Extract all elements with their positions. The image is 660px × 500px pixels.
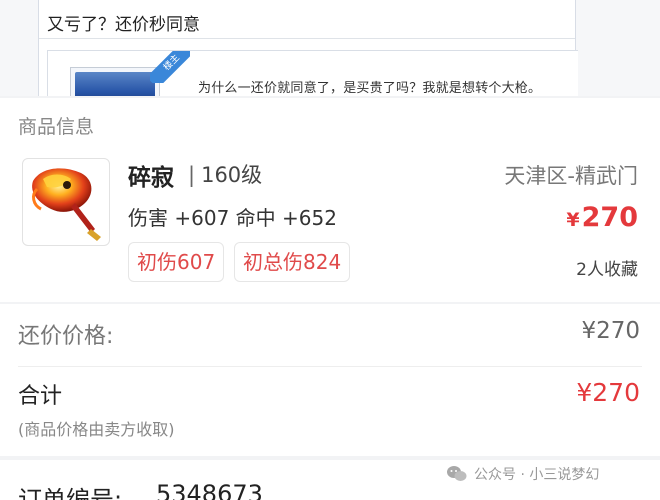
counter-offer-value: ¥270 <box>581 318 640 344</box>
pricing-card: 还价价格: ¥270 合计 (商品价格由卖方收取) ¥270 <box>0 304 660 456</box>
divider <box>39 38 575 39</box>
attribute-tag: 初伤607 <box>128 242 225 282</box>
item-level-value: 160级 <box>201 163 263 187</box>
item-level: | 160级 <box>188 159 262 189</box>
forum-post-snippet: 又亏了？还价秒同意 楼主 为什么一还价就同意了，是买贵了吗？我就是想转个大枪。 <box>0 0 660 96</box>
item-stats: 伤害 +607 命中 +652 <box>128 206 337 230</box>
total-note: (商品价格由卖方收取) <box>18 420 175 439</box>
section-title: 商品信息 <box>18 116 95 138</box>
avatar-image <box>75 72 155 96</box>
order-number-label: 订单编号: <box>18 486 123 500</box>
watermark: 公众号 · 小三说梦幻 <box>446 464 599 484</box>
total-label: 合计 <box>18 384 63 409</box>
reply-text: 为什么一还价就同意了，是买贵了吗？我就是想转个大枪。 <box>198 81 542 96</box>
item-name: 碎寂 <box>128 165 174 191</box>
item-price: ¥270 <box>566 202 638 233</box>
post-title: 又亏了？还价秒同意 <box>47 15 200 35</box>
total-value: ¥270 <box>576 378 640 407</box>
order-info-card: 订单编号: 5348673 公众号 · 小三说梦幻 <box>0 460 660 500</box>
currency-symbol: ¥ <box>566 209 580 231</box>
product-info-card: 商品信息 碎寂 | 160级 伤害 +607 命中 +652 初伤607 初总伤8… <box>0 98 660 302</box>
favorites-count: 2人收藏 <box>576 260 638 280</box>
post-card: 又亏了？还价秒同意 楼主 为什么一还价就同意了，是买贵了吗？我就是想转个大枪。 <box>38 0 578 96</box>
watermark-text: 公众号 · 小三说梦幻 <box>474 467 600 483</box>
reply-box: 楼主 为什么一还价就同意了，是买贵了吗？我就是想转个大枪。 <box>47 50 578 96</box>
dragon-weapon-icon <box>32 168 101 241</box>
separator: | <box>188 163 196 187</box>
order-number-value: 5348673 <box>156 480 263 500</box>
server-name: 天津区-精武门 <box>504 164 638 188</box>
avatar[interactable] <box>70 67 160 96</box>
attribute-tag: 初总伤824 <box>234 242 351 282</box>
owner-badge-label: 楼主 <box>150 51 190 83</box>
wechat-icon <box>447 466 467 481</box>
divider <box>18 366 642 367</box>
product-thumbnail[interactable] <box>22 158 110 246</box>
counter-offer-label: 还价价格: <box>18 324 114 349</box>
price-value: 270 <box>581 202 638 233</box>
owner-badge: 楼主 <box>150 51 190 83</box>
